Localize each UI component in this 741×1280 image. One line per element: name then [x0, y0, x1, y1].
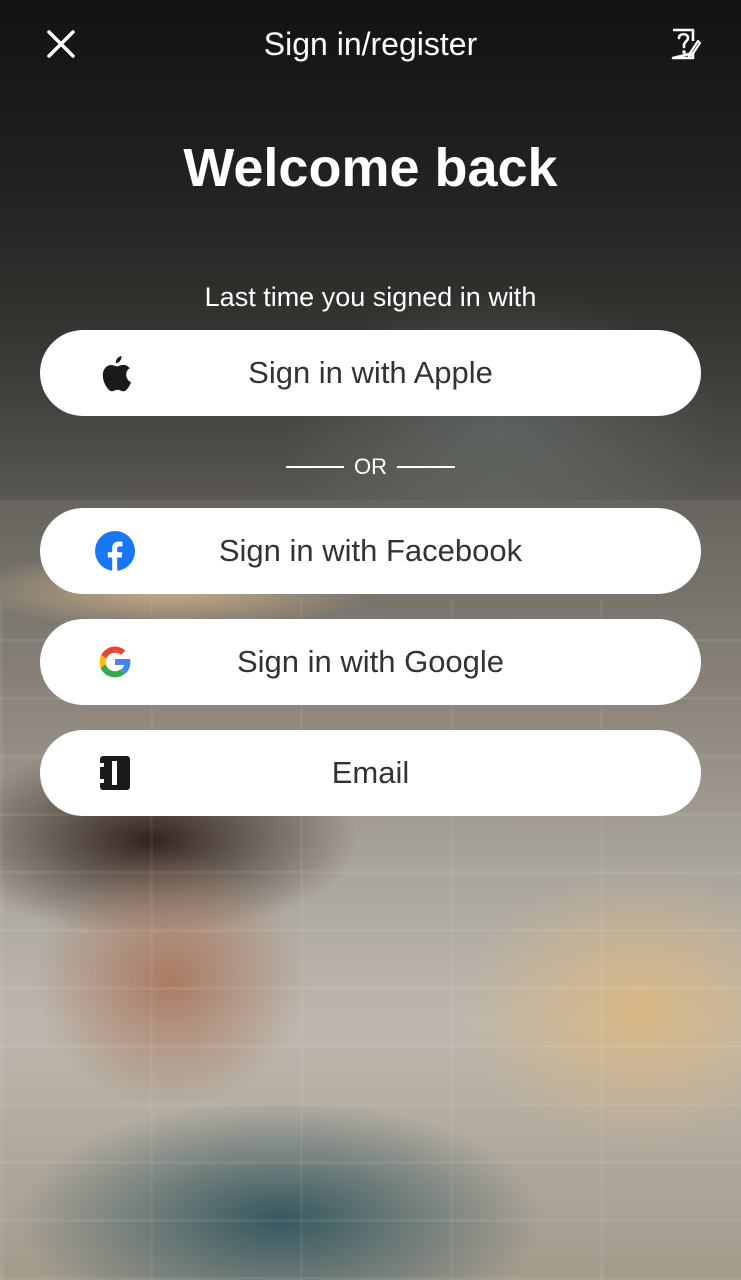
apple-signin-button[interactable]: Sign in with Apple	[40, 330, 701, 416]
welcome-heading: Welcome back	[183, 138, 558, 198]
email-signin-label: Email	[331, 755, 410, 790]
email-icon	[94, 752, 136, 794]
top-bar: Sign in/register	[0, 0, 741, 88]
divider-line-right	[397, 466, 455, 468]
google-signin-label: Sign in with Google	[236, 644, 505, 679]
divider-line-left	[286, 466, 344, 468]
last-signin-hint: Last time you signed in with	[204, 282, 537, 312]
page-title: Sign in/register	[263, 26, 478, 62]
facebook-icon	[94, 530, 136, 572]
or-divider: OR	[0, 452, 741, 482]
help-icon	[671, 28, 701, 60]
facebook-signin-label: Sign in with Facebook	[218, 533, 523, 568]
help-button[interactable]	[660, 20, 710, 68]
email-signin-button[interactable]: Email	[40, 730, 701, 816]
apple-signin-label: Sign in with Apple	[248, 355, 493, 390]
or-text: OR	[354, 454, 387, 479]
apple-icon	[94, 352, 136, 394]
google-signin-button[interactable]: Sign in with Google	[40, 619, 701, 705]
google-icon	[94, 641, 136, 683]
facebook-signin-button[interactable]: Sign in with Facebook	[40, 508, 701, 594]
